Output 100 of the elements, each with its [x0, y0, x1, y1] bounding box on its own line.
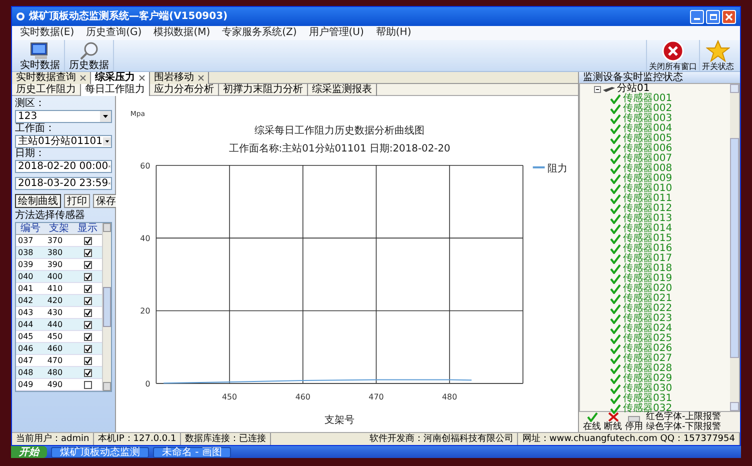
show-checkbox[interactable] [84, 296, 92, 304]
show-checkbox[interactable] [84, 356, 92, 364]
taskbar-button[interactable]: 未命名 - 画图 [153, 446, 231, 458]
toolbar-button[interactable]: 实时数据 [16, 40, 65, 71]
tree-item[interactable]: 传感器010 [623, 184, 672, 194]
action-button[interactable]: 绘制曲线 [15, 194, 61, 208]
menu-item[interactable]: 帮助(H) [376, 27, 412, 39]
device-icon [603, 86, 615, 92]
table-cell-text: 048 [17, 367, 34, 378]
check-icon [610, 304, 621, 314]
tree-item[interactable]: 传感器005 [623, 134, 672, 144]
vertical-scrollbar[interactable] [730, 84, 739, 411]
document-tab[interactable]: 综采压力 [91, 72, 150, 84]
tree-item[interactable]: 传感器022 [623, 304, 672, 314]
taskbar-button[interactable]: 煤矿顶板动态监测 [51, 446, 149, 458]
tree-item[interactable]: 传感器013 [623, 214, 672, 224]
show-checkbox[interactable] [84, 272, 92, 280]
tree-item[interactable]: 传感器014 [623, 224, 672, 234]
tree-item[interactable]: 传感器018 [623, 264, 672, 274]
tree-item[interactable]: 传感器012 [623, 204, 672, 214]
tree-item[interactable]: 传感器030 [623, 384, 672, 394]
tree-item[interactable]: 传感器028 [623, 364, 672, 374]
tree-item[interactable]: 传感器025 [623, 334, 672, 344]
tree-item[interactable]: 传感器008 [623, 164, 672, 174]
check-icon [610, 364, 621, 374]
collapse-icon[interactable] [594, 86, 601, 92]
face-select[interactable]: 主站01分站01101 [15, 135, 112, 148]
table-cell-text: 420 [46, 295, 64, 306]
menu-item[interactable]: 用户管理(U) [308, 27, 364, 39]
table-cell-text: 470 [46, 355, 64, 366]
tab-close-icon[interactable] [80, 74, 86, 80]
tree-node[interactable]: 分站01 [617, 84, 650, 94]
document-tab[interactable]: 实时数据查询 [12, 72, 91, 84]
minimize-button[interactable] [690, 10, 704, 24]
show-checkbox[interactable] [84, 368, 92, 376]
menu-item[interactable]: 历史查询(G) [86, 27, 142, 39]
start-button[interactable]: 开始 [11, 446, 47, 458]
show-checkbox[interactable] [84, 284, 92, 292]
start-date-select[interactable]: 2018-02-20 00:00 [15, 160, 112, 173]
show-checkbox[interactable] [84, 260, 92, 268]
action-button[interactable]: 打印 [64, 194, 90, 208]
column-header: 显示 [76, 223, 99, 234]
toolbar-button[interactable]: 关闭所有窗口 [646, 40, 699, 71]
show-checkbox[interactable] [84, 344, 92, 352]
close-button[interactable] [722, 10, 736, 24]
legend-label: 阻力 [548, 163, 568, 174]
tree-item[interactable]: 传感器015 [623, 234, 672, 244]
toolbar-button[interactable]: 历史数据 [65, 40, 114, 71]
tree-item[interactable]: 传感器019 [623, 274, 672, 284]
tree-item[interactable]: 传感器020 [623, 284, 672, 294]
end-date-select[interactable]: 2018-03-20 23:59 [15, 177, 112, 190]
check-icon [610, 404, 621, 414]
tree-item[interactable]: 传感器021 [623, 294, 672, 304]
tree-item[interactable]: 传感器016 [623, 244, 672, 254]
check-icon [610, 204, 621, 214]
check-icon [610, 224, 621, 234]
tree-item[interactable]: 传感器003 [623, 114, 672, 124]
tree-item[interactable]: 传感器029 [623, 374, 672, 384]
show-checkbox[interactable] [84, 332, 92, 340]
status-text: 网址：www.chuangfutech.com QQ：157377954 [518, 433, 740, 445]
tree-item[interactable]: 传感器026 [623, 344, 672, 354]
tree-item[interactable]: 传感器011 [623, 194, 672, 204]
tree-item[interactable]: 传感器024 [623, 324, 672, 334]
tree-item[interactable]: 传感器017 [623, 254, 672, 264]
chart-title: 综采每日工作阻力历史数据分析曲线图 [254, 126, 425, 137]
toolbar-button[interactable]: 开关状态 [699, 40, 736, 71]
show-checkbox[interactable] [84, 380, 92, 388]
table-cell-text: 037 [17, 235, 34, 246]
x-tick-label: 450 [222, 392, 238, 402]
menu-item[interactable]: 专家服务系统(Z) [222, 27, 297, 39]
tree-item[interactable]: 传感器001 [623, 94, 672, 104]
menu-item[interactable]: 模拟数据(M) [154, 27, 210, 39]
tree-item[interactable]: 传感器009 [623, 174, 672, 184]
show-checkbox[interactable] [84, 236, 92, 244]
maximize-button[interactable] [706, 10, 720, 24]
show-checkbox[interactable] [84, 248, 92, 256]
check-icon [610, 124, 621, 134]
sub-tab[interactable]: 每日工作阻力 [81, 84, 150, 96]
tree-item[interactable]: 传感器031 [623, 394, 672, 404]
check-icon [610, 114, 621, 124]
tree-item[interactable]: 传感器007 [623, 154, 672, 164]
check-icon [610, 354, 621, 364]
menu-item[interactable]: 实时数据(E) [20, 27, 74, 39]
tree-item[interactable]: 传感器004 [623, 124, 672, 134]
tree-item[interactable]: 传感器027 [623, 354, 672, 364]
tab-close-icon[interactable] [139, 74, 145, 80]
vertical-scrollbar[interactable] [102, 223, 111, 391]
tree-item[interactable]: 传感器002 [623, 104, 672, 114]
table-cell-text: 390 [46, 259, 64, 270]
tree-item[interactable]: 传感器023 [623, 314, 672, 324]
legend-label: 在线 [583, 422, 601, 432]
area-select[interactable]: 123 [15, 110, 112, 123]
tab-close-icon[interactable] [198, 74, 204, 80]
section-label: 方法选择传感器 [15, 210, 86, 222]
show-checkbox[interactable] [84, 320, 92, 328]
tree-item[interactable]: 传感器006 [623, 144, 672, 154]
show-checkbox[interactable] [84, 308, 92, 316]
x-tick-label: 470 [368, 392, 384, 402]
table-cell-text: 046 [17, 343, 34, 354]
document-tab[interactable]: 围岩移动 [150, 72, 209, 84]
